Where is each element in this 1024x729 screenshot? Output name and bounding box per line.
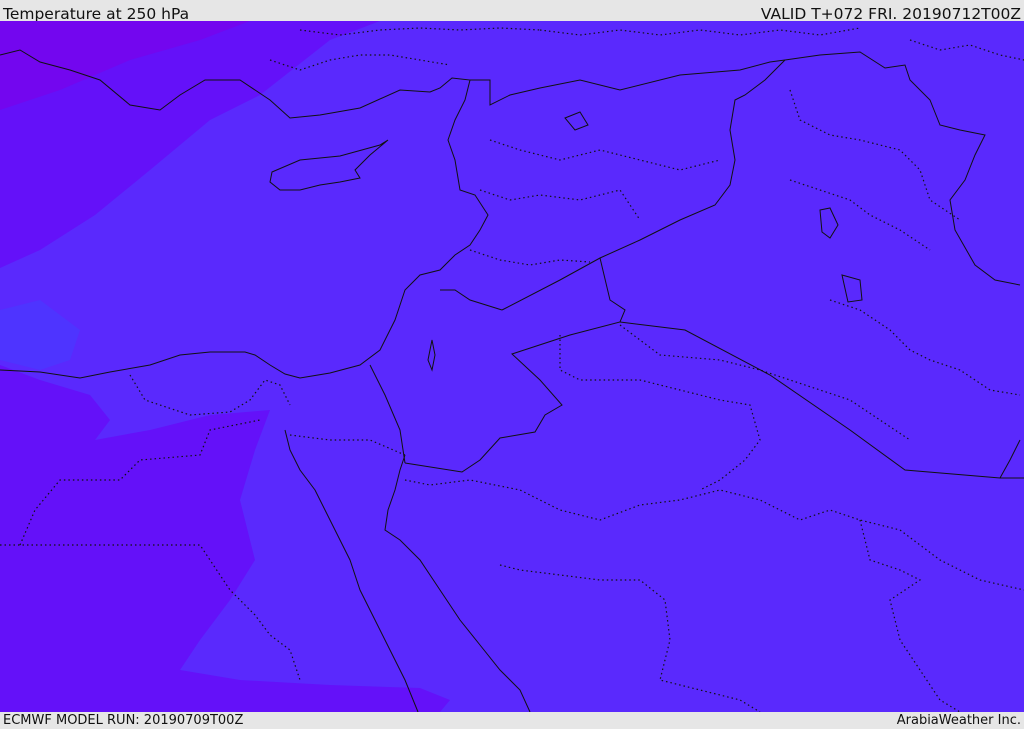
credit-label: ArabiaWeather Inc. — [896, 713, 1021, 728]
header-bar: Temperature at 250 hPa VALID T+072 FRI. … — [0, 0, 1024, 23]
footer-bar: ECMWF MODEL RUN: 20190709T00Z ArabiaWeat… — [0, 712, 1024, 729]
model-run-label: ECMWF MODEL RUN: 20190709T00Z — [3, 713, 244, 728]
map-panel[interactable] — [0, 21, 1024, 712]
temperature-map[interactable] — [0, 21, 1024, 712]
